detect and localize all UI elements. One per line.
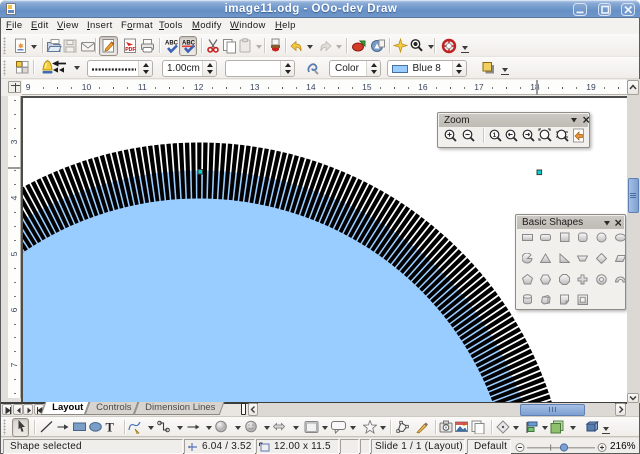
- svg-text:PDF: PDF: [125, 47, 135, 53]
- svg-text:T: T: [106, 421, 115, 435]
- svg-text:1: 1: [493, 132, 497, 139]
